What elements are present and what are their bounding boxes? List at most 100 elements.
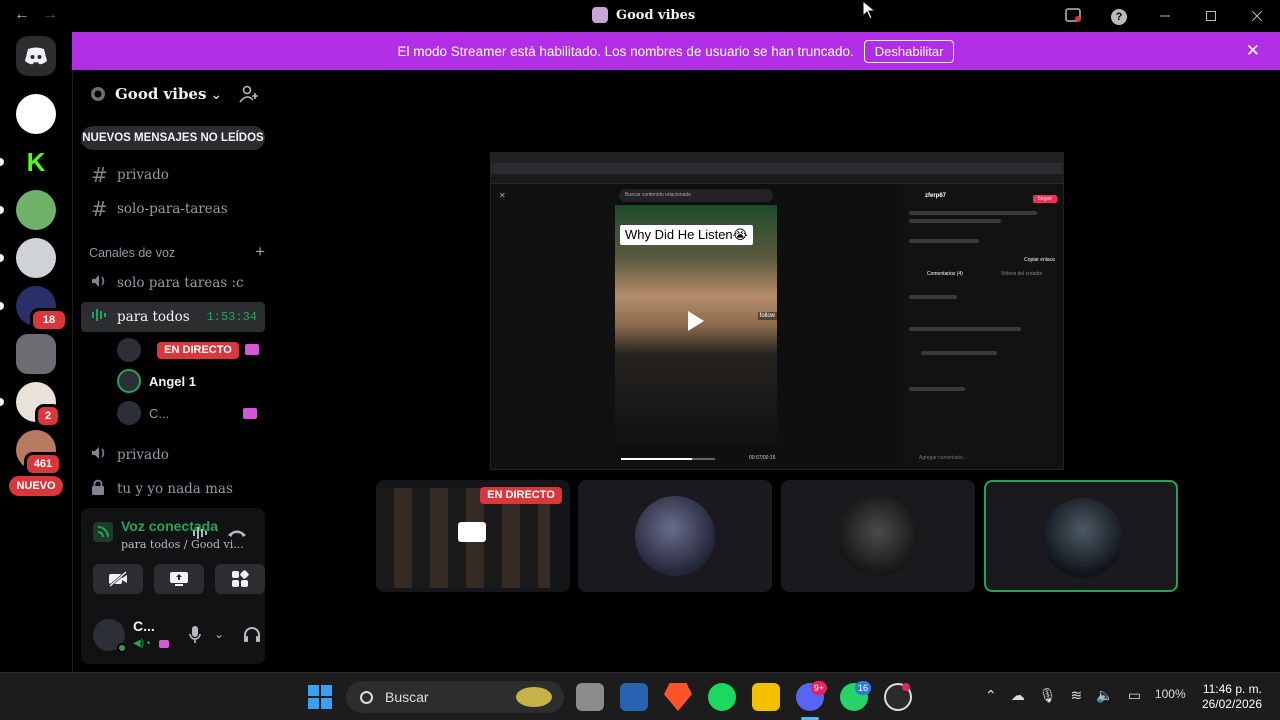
forward-arrow-icon[interactable]: → bbox=[42, 6, 58, 24]
taskbar-search[interactable]: Buscar bbox=[346, 681, 564, 713]
signal-icon[interactable] bbox=[93, 522, 113, 542]
invite-people-icon[interactable] bbox=[239, 84, 259, 104]
inbox-icon[interactable] bbox=[1050, 7, 1096, 25]
clock[interactable]: 11:46 p. m. 26/02/2026 bbox=[1202, 682, 1262, 712]
windows-start-icon[interactable] bbox=[308, 685, 332, 709]
channel-privado[interactable]: # privado bbox=[81, 160, 265, 190]
avatar bbox=[838, 496, 918, 576]
nav-buttons: ← → bbox=[14, 6, 58, 24]
voice-category[interactable]: Canales de voz + bbox=[89, 243, 265, 260]
spotify-icon[interactable] bbox=[708, 683, 736, 711]
activities-button[interactable] bbox=[215, 564, 265, 594]
chevron-down-icon: ⌄ bbox=[210, 85, 223, 102]
noise-suppression-icon[interactable] bbox=[192, 526, 210, 540]
voice-user-angel[interactable]: Angel 1 bbox=[117, 366, 265, 396]
screen-share-icon bbox=[458, 522, 486, 542]
voice-channel-tu-y-yo[interactable]: tu y yo nada mas bbox=[81, 474, 265, 504]
text-line bbox=[909, 295, 957, 299]
system-tray: ⌃ ☁ 🎙 ≋ 🔈 ▭ 100% bbox=[985, 687, 1186, 704]
search-label: Buscar bbox=[385, 689, 429, 705]
online-status-icon bbox=[117, 643, 127, 653]
add-channel-icon[interactable]: + bbox=[255, 243, 265, 260]
notice-close-icon[interactable]: ✕ bbox=[1246, 41, 1260, 61]
voice-channel-solo-para-tareas[interactable]: solo para tareas :c bbox=[81, 268, 265, 298]
camera-button[interactable] bbox=[93, 564, 143, 594]
activities-icon bbox=[232, 570, 249, 587]
headphones-icon[interactable] bbox=[243, 626, 261, 643]
user-activity-icon: ◀) • bbox=[133, 638, 151, 649]
voice-channel-path[interactable]: para todos / Good vi... bbox=[121, 538, 244, 551]
voice-tile-user-2[interactable] bbox=[578, 480, 772, 592]
avatar bbox=[117, 369, 141, 393]
channel-label: solo para tareas :c bbox=[117, 275, 244, 291]
username: C... bbox=[133, 618, 155, 634]
task-view-icon[interactable] bbox=[576, 683, 604, 711]
server-header[interactable]: Good vibes ⌄ bbox=[73, 70, 273, 118]
minimize-icon[interactable] bbox=[1142, 8, 1188, 24]
video-time: 00:07/00:15 bbox=[749, 455, 776, 461]
search-highlight-icon bbox=[516, 687, 552, 707]
vpn-icon[interactable]: ☁ bbox=[1011, 687, 1025, 704]
whatsapp-badge: 16 bbox=[855, 681, 871, 695]
server-gray[interactable] bbox=[16, 334, 56, 374]
mic-settings-chevron-icon[interactable]: ⌄ bbox=[214, 627, 224, 641]
voice-channel-privado[interactable]: privado bbox=[81, 440, 265, 470]
virtualbox-icon[interactable] bbox=[620, 683, 648, 711]
hash-icon: # bbox=[91, 163, 108, 187]
browser-tabs bbox=[491, 153, 1063, 163]
category-label: Canales de voz bbox=[89, 246, 176, 260]
wifi-icon[interactable]: ≋ bbox=[1071, 687, 1083, 704]
user-label: C... bbox=[149, 405, 170, 421]
share-screen-button[interactable] bbox=[154, 564, 204, 594]
screen-share-icon bbox=[159, 640, 169, 648]
focused-stream[interactable]: ✕ Buscar contenido relacionado Why Did H… bbox=[490, 152, 1064, 470]
microphone-icon[interactable]: 🎙 bbox=[1039, 687, 1057, 704]
window-title-text: Good vibes bbox=[616, 7, 696, 23]
tiktok-follow-button: Seguir bbox=[1032, 195, 1057, 203]
disable-button[interactable]: Deshabilitar bbox=[863, 39, 955, 63]
maximize-icon[interactable] bbox=[1188, 8, 1234, 24]
battery-icon[interactable]: ▭ bbox=[1128, 687, 1141, 704]
back-arrow-icon[interactable]: ← bbox=[14, 6, 30, 24]
file-explorer-icon[interactable] bbox=[752, 683, 780, 711]
mention-badge: 461 bbox=[24, 452, 62, 476]
server-goose[interactable] bbox=[16, 190, 56, 230]
mention-badge: 2 bbox=[35, 404, 61, 428]
close-icon[interactable] bbox=[1234, 8, 1280, 24]
voice-tile-user-4-speaking[interactable] bbox=[984, 480, 1178, 592]
disconnect-icon[interactable] bbox=[227, 528, 247, 538]
video-progress-fill bbox=[621, 458, 692, 460]
stream-tile-screen[interactable]: EN DIRECTO bbox=[376, 480, 570, 592]
recording-dot-icon bbox=[902, 683, 910, 691]
avatar bbox=[1043, 498, 1123, 578]
server-pill bbox=[0, 254, 4, 262]
screen-share-icon bbox=[170, 572, 188, 586]
browser-address-bar bbox=[491, 163, 1063, 174]
tiktok-copy-link: Copiar enlace bbox=[1024, 257, 1055, 263]
streamer-mode-notice: El modo Streamer está habilitado. Los no… bbox=[72, 32, 1280, 70]
server-pill bbox=[0, 398, 4, 406]
new-servers-badge[interactable]: NUEVO bbox=[9, 476, 63, 496]
tiktok-username: zferp67 bbox=[925, 193, 947, 199]
help-icon[interactable]: ? bbox=[1096, 7, 1142, 25]
voice-tile-user-3[interactable] bbox=[781, 480, 975, 592]
battery-percent: 100% bbox=[1154, 687, 1186, 701]
volume-icon[interactable]: 🔈 bbox=[1096, 687, 1113, 704]
follow-label: follow bbox=[757, 312, 777, 320]
server-robot[interactable] bbox=[16, 238, 56, 278]
text-line bbox=[909, 239, 979, 243]
browser-bookmarks bbox=[491, 174, 1063, 184]
chevron-up-icon[interactable]: ⌃ bbox=[985, 687, 997, 704]
server-polirep[interactable] bbox=[16, 94, 56, 134]
tiktok-comment-input: Agregar comentario... bbox=[919, 455, 968, 461]
server-kick[interactable]: K bbox=[16, 142, 56, 182]
unread-messages-pill[interactable]: NUEVOS MENSAJES NO LEÍDOS bbox=[81, 126, 265, 150]
channel-solo-para-tareas[interactable]: # solo-para-tareas bbox=[81, 194, 265, 224]
voice-channel-para-todos[interactable]: para todos 1:53:34 bbox=[81, 302, 265, 332]
home-button[interactable] bbox=[16, 36, 56, 76]
text-line bbox=[909, 327, 1021, 331]
brave-browser-icon[interactable] bbox=[664, 683, 692, 711]
avatar bbox=[117, 401, 141, 425]
microphone-icon[interactable] bbox=[189, 626, 201, 644]
voice-activity-icon bbox=[91, 308, 117, 326]
